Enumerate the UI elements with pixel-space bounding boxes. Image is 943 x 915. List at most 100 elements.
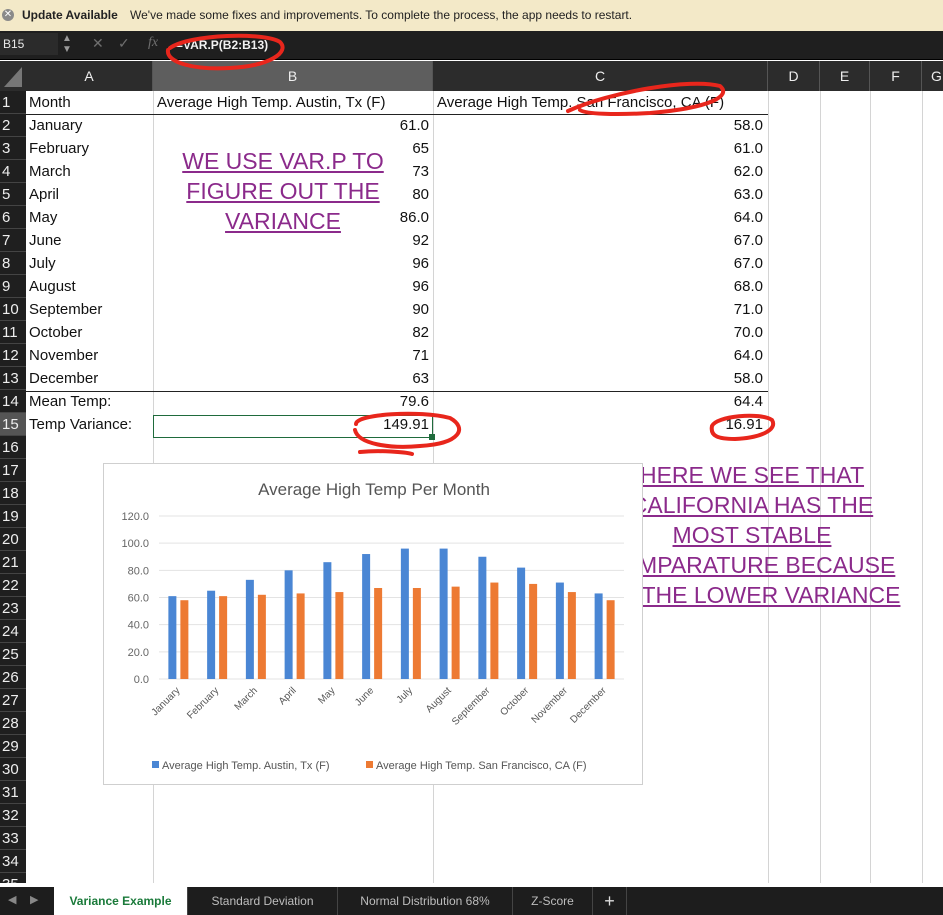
austin-temp-cell[interactable]: 96 [157,252,431,275]
bar-chart[interactable]: Average High Temp Per Month 0.0 20.0 40.0 6… [103,463,643,785]
row-header[interactable]: 2 [0,114,26,137]
sf-temp-cell[interactable]: 64.0 [437,344,765,367]
row-header[interactable]: 20 [0,528,26,551]
cancel-icon[interactable]: ✕ [92,35,104,52]
row-header[interactable]: 4 [0,160,26,183]
row-header[interactable]: 11 [0,321,26,344]
row-header[interactable]: 14 [0,390,26,413]
update-title[interactable]: Update Available [22,8,118,22]
row-header[interactable]: 8 [0,252,26,275]
month-cell[interactable]: August [29,275,153,298]
row-header[interactable]: 22 [0,574,26,597]
confirm-icon[interactable]: ✓ [118,35,130,52]
column-header-g[interactable]: G [922,61,943,91]
stepper-icon[interactable]: ▲ ▼ [62,33,72,55]
row-header[interactable]: 33 [0,827,26,850]
month-cell[interactable]: February [29,137,153,160]
month-cell[interactable]: January [29,114,153,137]
row-header[interactable]: 16 [0,436,26,459]
tab-standard-deviation[interactable]: Standard Deviation [188,887,338,915]
austin-temp-cell[interactable]: 63 [157,367,431,390]
sf-temp-cell[interactable]: 58.0 [437,114,765,137]
header-cell-sf[interactable]: Average High Temp. San Francisco, CA (F) [437,91,765,114]
sf-temp-cell[interactable]: 61.0 [437,137,765,160]
row-header[interactable]: 18 [0,482,26,505]
variance-sf-cell[interactable]: 16.91 [437,413,765,436]
header-cell-month[interactable]: Month [29,91,153,114]
sf-temp-cell[interactable]: 68.0 [437,275,765,298]
row-header[interactable]: 23 [0,597,26,620]
austin-temp-cell[interactable]: 61.0 [157,114,431,137]
function-icon[interactable]: fx [148,35,158,51]
month-cell[interactable]: March [29,160,153,183]
month-cell[interactable]: June [29,229,153,252]
month-cell[interactable]: May [29,206,153,229]
mean-austin-cell[interactable]: 79.6 [157,390,431,413]
row-header[interactable]: 24 [0,620,26,643]
row-header[interactable]: 21 [0,551,26,574]
add-sheet-button[interactable]: + [593,887,627,915]
name-box[interactable]: B15 [0,33,58,55]
row-header[interactable]: 9 [0,275,26,298]
row-header[interactable]: 5 [0,183,26,206]
row-header[interactable]: 27 [0,689,26,712]
row-header[interactable]: 34 [0,850,26,873]
next-sheet-icon[interactable]: ▶ [30,893,38,906]
row-header[interactable]: 26 [0,666,26,689]
row-header[interactable]: 7 [0,229,26,252]
selected-cell-b15[interactable] [153,415,433,438]
month-cell[interactable]: July [29,252,153,275]
tab-variance-example[interactable]: Variance Example [54,887,188,915]
austin-temp-cell[interactable]: 71 [157,344,431,367]
column-header-b[interactable]: B [153,61,433,91]
sf-temp-cell[interactable]: 64.0 [437,206,765,229]
month-cell[interactable]: November [29,344,153,367]
sf-temp-cell[interactable]: 63.0 [437,183,765,206]
row-header[interactable]: 12 [0,344,26,367]
sf-temp-cell[interactable]: 62.0 [437,160,765,183]
mean-sf-cell[interactable]: 64.4 [437,390,765,413]
row-header[interactable]: 35 [0,873,26,883]
dismiss-update-icon[interactable]: ✕ [2,9,14,21]
austin-temp-cell[interactable]: 96 [157,275,431,298]
sf-temp-cell[interactable]: 67.0 [437,229,765,252]
row-header[interactable]: 13 [0,367,26,390]
austin-temp-cell[interactable]: 90 [157,298,431,321]
month-cell[interactable]: October [29,321,153,344]
row-header[interactable]: 10 [0,298,26,321]
row-header[interactable]: 29 [0,735,26,758]
mean-label-cell[interactable]: Mean Temp: [29,390,153,413]
row-header[interactable]: 1 [0,91,26,114]
row-header[interactable]: 30 [0,758,26,781]
row-header[interactable]: 15 [0,413,26,436]
row-header[interactable]: 19 [0,505,26,528]
tab-z-score[interactable]: Z-Score [513,887,593,915]
row-header[interactable]: 3 [0,137,26,160]
prev-sheet-icon[interactable]: ◀ [8,893,16,906]
variance-label-cell[interactable]: Temp Variance: [29,413,153,436]
header-cell-austin[interactable]: Average High Temp. Austin, Tx (F) [157,91,431,114]
row-header[interactable]: 31 [0,781,26,804]
fill-handle[interactable] [429,434,435,440]
row-header[interactable]: 28 [0,712,26,735]
select-all-corner[interactable] [0,61,26,91]
row-header[interactable]: 25 [0,643,26,666]
row-header[interactable]: 6 [0,206,26,229]
column-header-d[interactable]: D [768,61,820,91]
column-header-e[interactable]: E [820,61,870,91]
month-cell[interactable]: September [29,298,153,321]
tab-normal-distribution[interactable]: Normal Distribution 68% [338,887,513,915]
month-cell[interactable]: December [29,367,153,390]
formula-input[interactable]: =VAR.P(B2:B13) [176,38,268,52]
column-header-c[interactable]: C [433,61,768,91]
sf-temp-cell[interactable]: 70.0 [437,321,765,344]
row-header[interactable]: 17 [0,459,26,482]
sf-temp-cell[interactable]: 71.0 [437,298,765,321]
column-header-f[interactable]: F [870,61,922,91]
month-cell[interactable]: April [29,183,153,206]
sf-temp-cell[interactable]: 58.0 [437,367,765,390]
row-header[interactable]: 32 [0,804,26,827]
sf-temp-cell[interactable]: 67.0 [437,252,765,275]
austin-temp-cell[interactable]: 82 [157,321,431,344]
column-header-a[interactable]: A [26,61,153,91]
